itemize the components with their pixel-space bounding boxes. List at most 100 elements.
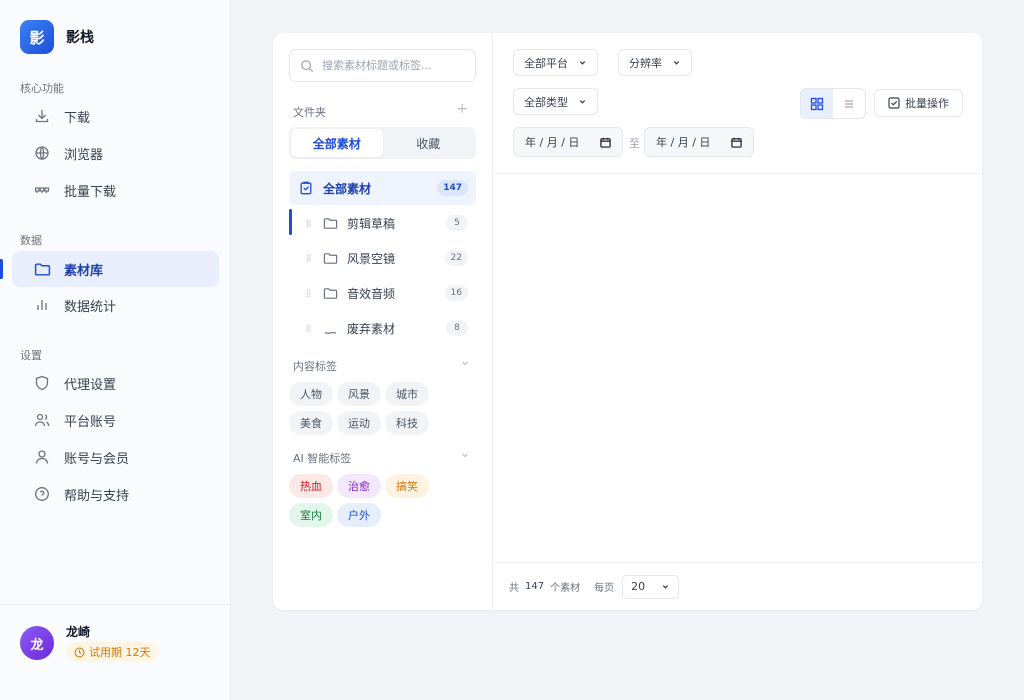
nav-item-label: 浏览器 [64, 147, 104, 163]
nav-item-label: 帮助与支持 [64, 488, 130, 504]
content-tag[interactable]: 城市 [385, 382, 429, 406]
ai-tags-header[interactable]: AI 智能标签 [293, 450, 470, 466]
nav-item-label: 素材库 [64, 263, 104, 279]
nav-item-browser[interactable]: 浏览器 [12, 135, 219, 171]
tab-all-assets[interactable]: 全部素材 [291, 129, 383, 157]
calendar-icon [600, 137, 611, 148]
nav-item-account-membership[interactable]: 账号与会员 [12, 439, 219, 475]
platform-dropdown-label: 全部平台 [524, 56, 568, 70]
tab-favorites[interactable]: 收藏 [383, 129, 475, 157]
batch-operation-button[interactable]: 批量操作 [874, 89, 963, 117]
ai-tag[interactable]: 搞笑 [385, 474, 429, 498]
trash-icon [323, 321, 339, 336]
nav-item-label: 账号与会员 [64, 451, 130, 467]
calendar-icon [731, 137, 742, 148]
type-dropdown[interactable]: 全部类型 [513, 88, 598, 115]
list-icon [843, 98, 855, 110]
list-view-button[interactable] [833, 89, 865, 118]
ai-tag[interactable]: 热血 [289, 474, 333, 498]
nav-item-download[interactable]: 下载 [12, 98, 219, 134]
content-tags-header[interactable]: 内容标签 [293, 358, 470, 374]
end-date-placeholder: 年 / 月 / 日 [656, 136, 711, 149]
folder-header-label: 文件夹 [293, 106, 326, 119]
active-indicator [0, 259, 3, 279]
folder-label: 全部素材 [323, 181, 372, 196]
pagination-footer: 共 147 个素材 每页 20 [493, 562, 982, 610]
chevron-down-icon [661, 582, 670, 591]
brand-logo: 影 [20, 20, 54, 54]
content-tag[interactable]: 运动 [337, 411, 381, 435]
content-tags-title: 内容标签 [293, 360, 337, 373]
platform-dropdown[interactable]: 全部平台 [513, 49, 598, 76]
drag-handle-icon[interactable]: ⁞⁞ [297, 287, 319, 300]
nav-item-label: 数据统计 [64, 299, 117, 315]
folder-item-drafts[interactable]: ⁞⁞ 剪辑草稿 5 [289, 206, 476, 240]
folder-label: 剪辑草稿 [347, 216, 396, 231]
nav-item-help[interactable]: 帮助与支持 [12, 476, 219, 512]
brand: 影 影栈 [20, 20, 94, 54]
checkbox-icon [888, 97, 900, 109]
drag-handle-icon[interactable]: ⁞⁞ [297, 322, 319, 335]
download-icon [33, 107, 51, 125]
view-toggle [800, 88, 866, 119]
avatar: 龙 [20, 626, 54, 660]
trial-badge: 试用期 12天 [66, 642, 159, 662]
nav-item-label: 平台账号 [64, 414, 117, 430]
search-box[interactable] [289, 49, 476, 82]
add-folder-icon[interactable]: + [456, 102, 468, 120]
nav-section-data: 数据 [20, 234, 42, 247]
folder-item-scenery[interactable]: ⁞⁞ 风景空镜 22 [289, 241, 476, 275]
help-circle-icon [33, 485, 51, 503]
nav-item-library[interactable]: 素材库 [12, 251, 219, 287]
search-input[interactable] [322, 59, 462, 72]
folder-count: 16 [444, 285, 468, 301]
folder-count: 5 [446, 215, 468, 231]
nav-section-settings: 设置 [20, 349, 42, 362]
brand-name: 影栈 [66, 30, 94, 46]
nav-item-proxy[interactable]: 代理设置 [12, 365, 219, 401]
folder-icon [323, 216, 339, 231]
folder-item-all[interactable]: 全部素材 147 [289, 171, 476, 205]
chevron-down-icon [460, 358, 470, 374]
start-date-placeholder: 年 / 月 / 日 [525, 136, 580, 149]
end-date-input[interactable]: 年 / 月 / 日 [644, 127, 754, 157]
nav-item-stats[interactable]: 数据统计 [12, 287, 219, 323]
folder-label: 废弃素材 [347, 321, 396, 336]
chevron-down-icon [578, 58, 587, 67]
start-date-input[interactable]: 年 / 月 / 日 [513, 127, 623, 157]
ai-tag[interactable]: 户外 [337, 503, 381, 527]
folder-count: 22 [444, 250, 468, 266]
folder-label: 音效音频 [347, 286, 396, 301]
nav-item-batch-download[interactable]: 批量下载 [12, 172, 219, 208]
ai-tag[interactable]: 治愈 [337, 474, 381, 498]
resolution-dropdown[interactable]: 分辨率 [618, 49, 692, 76]
folder-icon [323, 251, 339, 266]
folder-header: 文件夹 + [293, 102, 468, 120]
folder-count: 8 [446, 320, 468, 336]
drag-handle-icon[interactable]: ⁞⁞ [297, 217, 319, 230]
ai-tag[interactable]: 室内 [289, 503, 333, 527]
content-tag[interactable]: 风景 [337, 382, 381, 406]
total-prefix: 共 [509, 583, 519, 594]
content-tag[interactable]: 人物 [289, 382, 333, 406]
per-page-label: 每页 [594, 583, 615, 594]
toolbar-divider [493, 173, 982, 174]
nav-section-core: 核心功能 [20, 82, 64, 95]
content-tag[interactable]: 科技 [385, 411, 429, 435]
per-page-value: 20 [631, 580, 646, 593]
resolution-dropdown-label: 分辨率 [629, 56, 662, 70]
chevron-down-icon [460, 450, 470, 466]
total-count: 147 [525, 581, 545, 592]
content-tag[interactable]: 美食 [289, 411, 333, 435]
folder-item-discarded[interactable]: ⁞⁞ 废弃素材 8 [289, 311, 476, 345]
folder-icon [323, 286, 339, 301]
ai-tags-title: AI 智能标签 [293, 452, 352, 465]
drag-handle-icon[interactable]: ⁞⁞ [297, 252, 319, 265]
type-dropdown-label: 全部类型 [524, 95, 568, 109]
per-page-select[interactable]: 20 [622, 574, 680, 599]
folder-icon [33, 260, 51, 278]
folder-item-audio[interactable]: ⁞⁞ 音效音频 16 [289, 276, 476, 310]
user-block[interactable]: 龙 龙崎 试用期 12天 [0, 604, 231, 700]
nav-item-platform-accounts[interactable]: 平台账号 [12, 402, 219, 438]
grid-view-button[interactable] [801, 89, 833, 118]
